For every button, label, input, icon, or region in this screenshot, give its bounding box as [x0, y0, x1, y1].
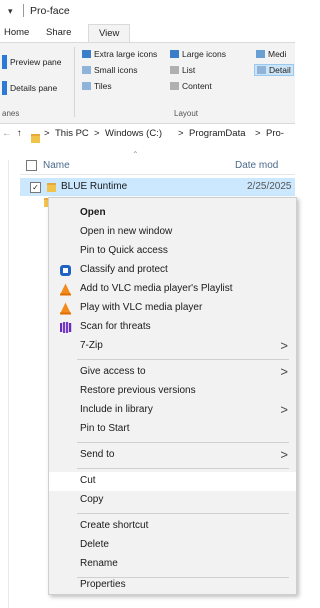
file-name[interactable]: BLUE Runtime: [61, 181, 127, 192]
ribbon-divider: [74, 47, 75, 117]
row-checkbox[interactable]: ✓: [30, 182, 41, 193]
menu-item-copy[interactable]: Copy: [49, 491, 296, 510]
address-bar[interactable]: ← ↑ > This PC > Windows (C:) > ProgramDa…: [0, 124, 295, 144]
details-icon: [257, 66, 266, 74]
layout-group-label: Layout: [174, 109, 199, 118]
breadcrumb-pro-face[interactable]: Pro-: [266, 128, 284, 139]
file-date: 2/25/2025: [247, 181, 292, 192]
breadcrumb-windows-c[interactable]: Windows (C:): [105, 128, 162, 139]
menu-item-send-to[interactable]: Send to >: [49, 446, 296, 465]
breadcrumb-programdata[interactable]: ProgramData: [189, 128, 246, 139]
ribbon-panel: Preview pane Details pane anes Extra lar…: [0, 42, 295, 124]
preview-pane-button[interactable]: Preview pane: [2, 55, 62, 69]
back-arrow-icon[interactable]: ←: [2, 128, 12, 139]
name-column-header[interactable]: Name: [43, 160, 70, 171]
date-modified-column-header[interactable]: Date mod: [235, 160, 278, 171]
list-icon: [170, 66, 179, 74]
title-bar: ▾ Pro-face: [0, 0, 295, 22]
chevron-right-icon: >: [280, 447, 288, 462]
menu-separator: [77, 577, 289, 578]
menu-item-7zip[interactable]: 7-Zip >: [49, 337, 296, 356]
sort-chevron-icon: ⌃: [132, 150, 139, 159]
context-menu: Open Open in new window Pin to Quick acc…: [48, 197, 297, 595]
tab-share[interactable]: Share: [46, 24, 71, 42]
breadcrumb-separator: >: [255, 128, 261, 139]
menu-item-give-access[interactable]: Give access to >: [49, 363, 296, 382]
breadcrumb-separator: >: [178, 128, 184, 139]
large-icons-icon: [170, 50, 179, 58]
menu-item-restore-versions[interactable]: Restore previous versions: [49, 382, 296, 401]
menu-item-properties[interactable]: Properties: [49, 579, 296, 593]
list-button[interactable]: List: [170, 65, 195, 75]
menu-item-classify-protect[interactable]: Classify and protect: [49, 261, 296, 280]
vlc-icon: [60, 302, 71, 315]
menu-separator: [77, 359, 289, 360]
table-row[interactable]: ✓ BLUE Runtime 2/25/2025: [20, 178, 295, 196]
chevron-right-icon: >: [280, 338, 288, 353]
title-separator: [23, 4, 24, 17]
menu-separator: [77, 442, 289, 443]
extra-large-icons-icon: [82, 50, 91, 58]
tab-view[interactable]: View: [88, 24, 131, 43]
menu-item-open[interactable]: Open: [49, 204, 296, 223]
quick-access-dropdown-icon[interactable]: ▾: [8, 6, 13, 17]
defender-icon: [60, 322, 72, 333]
menu-item-pin-quick-access[interactable]: Pin to Quick access: [49, 242, 296, 261]
menu-item-scan-threats[interactable]: Scan for threats: [49, 318, 296, 337]
medium-icons-button[interactable]: Medi: [256, 49, 286, 59]
ribbon-tabs: Home Share View: [0, 24, 295, 43]
breadcrumb-separator: >: [44, 128, 50, 139]
content-icon: [170, 82, 179, 90]
breadcrumb-separator: >: [94, 128, 100, 139]
chevron-right-icon: >: [280, 364, 288, 379]
content-button[interactable]: Content: [170, 81, 212, 91]
breadcrumb-this-pc[interactable]: This PC: [55, 128, 89, 139]
tiles-button[interactable]: Tiles: [82, 81, 112, 91]
menu-item-pin-start[interactable]: Pin to Start: [49, 420, 296, 439]
menu-item-delete[interactable]: Delete: [49, 536, 296, 555]
menu-item-include-library[interactable]: Include in library >: [49, 401, 296, 420]
select-all-checkbox[interactable]: [26, 160, 37, 171]
small-icons-icon: [82, 66, 91, 74]
navigation-pane[interactable]: [0, 160, 9, 608]
large-icons-button[interactable]: Large icons: [170, 49, 226, 59]
chevron-right-icon: >: [280, 402, 288, 417]
menu-item-cut[interactable]: Cut: [49, 472, 296, 491]
menu-separator: [77, 513, 289, 514]
small-icons-button[interactable]: Small icons: [82, 65, 137, 75]
vlc-icon: [60, 283, 71, 296]
preview-pane-icon: [2, 55, 7, 69]
menu-item-rename[interactable]: Rename: [49, 555, 296, 574]
details-view-button[interactable]: Detail: [254, 64, 294, 76]
extra-large-icons-button[interactable]: Extra large icons: [82, 49, 157, 59]
menu-item-open-new-window[interactable]: Open in new window: [49, 223, 296, 242]
details-pane-icon: [2, 81, 7, 95]
menu-separator: [77, 468, 289, 469]
medium-icons-icon: [256, 50, 265, 58]
details-pane-button[interactable]: Details pane: [2, 81, 57, 95]
menu-item-create-shortcut[interactable]: Create shortcut: [49, 517, 296, 536]
classify-icon: [60, 265, 71, 276]
tab-home[interactable]: Home: [4, 24, 29, 42]
menu-item-vlc-play[interactable]: Play with VLC media player: [49, 299, 296, 318]
up-arrow-icon[interactable]: ↑: [17, 128, 22, 139]
column-header: Name ⌃ Date mod: [20, 150, 295, 175]
window-title: Pro-face: [30, 5, 70, 17]
folder-icon: [47, 183, 56, 195]
tiles-icon: [82, 82, 91, 90]
panes-group-label: anes: [2, 109, 20, 118]
menu-item-vlc-playlist[interactable]: Add to VLC media player's Playlist: [49, 280, 296, 299]
